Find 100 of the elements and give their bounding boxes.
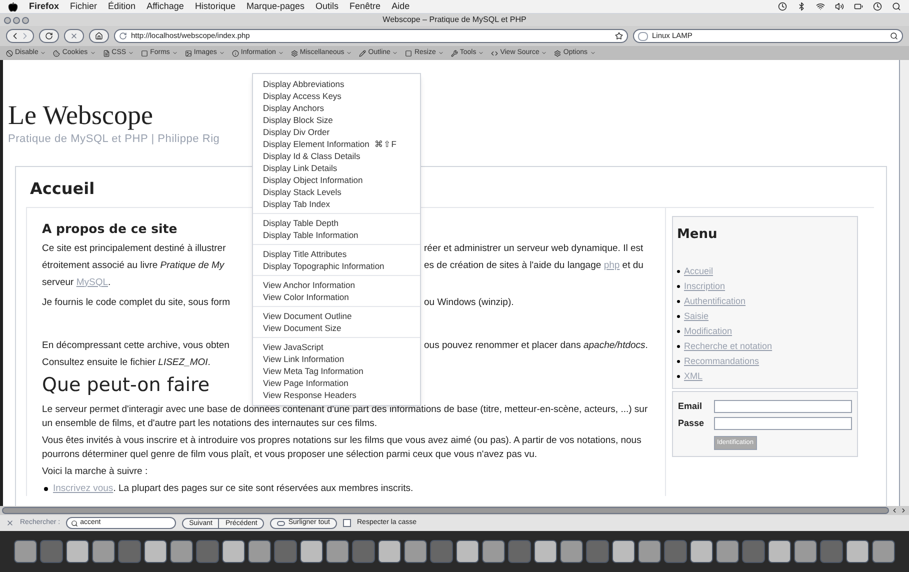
horizontal-scrollbar[interactable] <box>2 507 889 514</box>
caret-icon <box>40 50 46 56</box>
dock-app-icon[interactable] <box>482 540 505 563</box>
menu-item[interactable]: View Document Size <box>253 322 420 334</box>
clock-icon[interactable] <box>778 2 787 11</box>
wifi-icon[interactable] <box>816 2 825 11</box>
dock-app-icon[interactable] <box>378 540 401 563</box>
dock-app-icon[interactable] <box>716 540 739 563</box>
caret-icon <box>346 50 352 56</box>
site-title: Le Webscope <box>8 102 154 129</box>
menu-item[interactable]: Display Link Details <box>253 162 420 174</box>
menu-item[interactable]: View Link Information <box>253 353 420 365</box>
menu-item[interactable]: Display Tab Index <box>253 198 420 210</box>
menubar-item[interactable]: Édition <box>108 0 136 14</box>
scroll-left-icon[interactable] <box>891 507 898 514</box>
menu-item[interactable]: View Meta Tag Information <box>253 365 420 377</box>
menubar-item[interactable]: Affichage <box>146 0 184 14</box>
dock-app-icon[interactable] <box>66 540 89 563</box>
menu-item[interactable]: View Anchor Information <box>253 279 420 291</box>
toolbar-icon <box>232 50 239 56</box>
menubar-item[interactable]: Fenêtre <box>350 0 381 14</box>
menu-item[interactable]: Display Block Size <box>253 114 420 126</box>
menu-item[interactable]: Display Title Attributes <box>253 248 420 260</box>
menubar-item[interactable]: Historique <box>194 0 236 14</box>
menubar-item[interactable]: Marque-pages <box>246 0 305 14</box>
dock-app-icon[interactable] <box>300 540 323 563</box>
bluetooth-icon[interactable] <box>797 2 806 11</box>
reload-button[interactable] <box>39 29 59 43</box>
bullet-icon <box>677 375 680 378</box>
clock-icon[interactable] <box>873 2 882 11</box>
field-label: Passe <box>678 416 706 430</box>
caret-icon <box>541 50 548 56</box>
dock-app-icon[interactable] <box>456 540 479 563</box>
close-icon[interactable] <box>6 519 14 527</box>
dock-app-icon[interactable] <box>92 540 115 563</box>
dock-app-icon[interactable] <box>846 540 869 563</box>
menu-item[interactable]: Display Abbreviations <box>253 78 420 90</box>
vertical-scrollbar[interactable] <box>899 60 909 506</box>
text-line: ous pouvez renommer et placer dans apache/htdocs. <box>424 338 648 352</box>
home-button[interactable] <box>89 29 109 43</box>
paragraph-text: Vous êtes invités à vous inscrire et à introduire vos propres notations sur les films que vous avez aimé (ou pas). A partir de vos notations, nous pourrons déterminer quel genre de film vous plaît, et vous proposer une sélection parmi ceux que vous n'avez pas vu. <box>42 434 642 462</box>
dock-app-icon[interactable] <box>222 540 245 563</box>
apple-logo-icon[interactable] <box>8 2 18 12</box>
text-line: Consultez ensuite le fichier LISEZ_MOI. <box>42 356 210 370</box>
window-title: Webscope – Pratique de MySQL et PHP <box>382 14 526 26</box>
back-forward-button[interactable] <box>6 29 34 43</box>
menubar-item[interactable]: Outils <box>316 0 339 14</box>
password-field[interactable] <box>714 417 852 430</box>
menu-item[interactable]: Display Access Keys <box>253 90 420 102</box>
email-field[interactable] <box>714 400 852 413</box>
battery-icon[interactable] <box>854 2 863 11</box>
menu-item[interactable]: Display Object Information <box>253 174 420 186</box>
text-line: serveur MySQL. <box>42 276 111 290</box>
bookmark-star-icon[interactable] <box>615 32 623 40</box>
text-line: ou Windows (winzip). <box>424 296 514 310</box>
dock-app-icon[interactable] <box>534 540 557 563</box>
menubar-item[interactable]: Aide <box>392 0 410 14</box>
list-item-text: Inscrivez vous. La plupart des pages sur ce site sont réservées aux membres inscrits. <box>53 482 414 496</box>
menu-item[interactable]: View Page Information <box>253 377 420 389</box>
menu-item[interactable]: View Document Outline <box>253 310 420 322</box>
dock-app-icon[interactable] <box>404 540 427 563</box>
dock-app-icon[interactable] <box>560 540 583 563</box>
menu-item[interactable]: Display Div Order <box>253 126 420 138</box>
match-case-checkbox[interactable] <box>343 519 351 527</box>
menu-item[interactable]: Display Stack Levels <box>253 186 420 198</box>
menu-item[interactable]: Display Anchors <box>253 102 420 114</box>
reload-icon <box>45 32 53 40</box>
bullet-icon <box>677 345 680 348</box>
dock-app-icon[interactable] <box>690 540 713 563</box>
dock-app-icon[interactable] <box>794 540 817 563</box>
menu-item[interactable]: Display Element Information ⌘⇧F <box>253 138 420 150</box>
menu-item[interactable]: View Response Headers <box>253 389 420 401</box>
menu-item[interactable]: View JavaScript <box>253 341 420 353</box>
menu-item[interactable]: Display Topographic Information <box>253 260 420 272</box>
menu-item[interactable]: Display Table Depth <box>253 217 420 229</box>
stop-button[interactable] <box>64 29 84 43</box>
search-icon[interactable] <box>890 32 898 40</box>
menu-item[interactable]: Display Id & Class Details <box>253 150 420 162</box>
menu-item[interactable]: Display Table Information <box>253 229 420 241</box>
text-line: En décompressant cette archive, vous obten <box>42 338 230 352</box>
dock-app-icon[interactable] <box>768 540 791 563</box>
dock-app-icon[interactable] <box>638 540 661 563</box>
caret-icon <box>278 50 284 56</box>
volume-icon[interactable] <box>835 2 844 11</box>
menubar-item[interactable]: Firefox <box>29 0 60 14</box>
scroll-right-icon[interactable] <box>900 507 907 514</box>
dock-app-icon[interactable] <box>144 540 167 563</box>
bullet-icon <box>677 315 680 318</box>
dock-app-icon[interactable] <box>612 540 635 563</box>
menu-item[interactable]: View Color Information <box>253 291 420 303</box>
toolbar-icon <box>491 50 498 56</box>
dock-app-icon[interactable] <box>872 540 895 563</box>
dock-app-icon[interactable] <box>170 540 193 563</box>
search-icon[interactable] <box>892 2 901 11</box>
caret-icon <box>90 50 96 56</box>
text-line: réer et administrer un serveur web dynamique. Il est <box>424 242 644 256</box>
dock-app-icon[interactable] <box>326 540 349 563</box>
dock-app-icon[interactable] <box>14 540 37 563</box>
dock-app-icon[interactable] <box>248 540 271 563</box>
menubar-item[interactable]: Fichier <box>70 0 98 14</box>
